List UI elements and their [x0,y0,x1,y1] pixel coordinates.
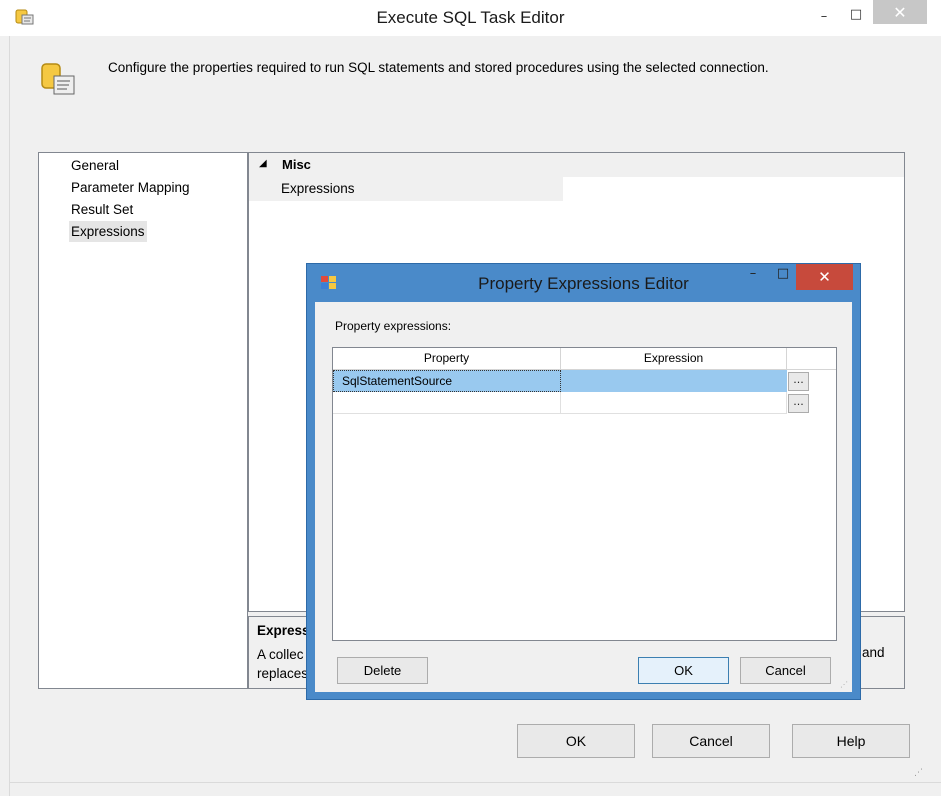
nav-item-parameter-mapping[interactable]: Parameter Mapping [69,177,192,198]
table-row[interactable]: ... [333,392,811,414]
help-button[interactable]: Help [792,724,910,758]
property-expressions-dialog: Property Expressions Editor – □ ✕ Proper… [306,263,861,700]
dialog-close-button[interactable]: ✕ [796,264,853,290]
column-header-expression[interactable]: Expression [561,348,787,369]
cancel-button[interactable]: Cancel [652,724,770,758]
expressions-grid: Property Expression SqlStatementSource .… [332,347,837,641]
page-nav-list: General Parameter Mapping Result Set Exp… [38,152,248,689]
sql-task-large-icon [41,63,75,95]
header-description: Configure the properties required to run… [108,60,769,75]
nav-item-expressions[interactable]: Expressions [69,221,147,242]
expression-builder-button[interactable]: ... [788,394,809,413]
ok-button[interactable]: OK [517,724,635,758]
description-title: Express [257,623,310,638]
dialog-ok-button[interactable]: OK [638,657,729,684]
column-header-property[interactable]: Property [333,348,561,369]
table-row[interactable]: SqlStatementSource ... [333,370,811,392]
nav-item-result-set[interactable]: Result Set [69,199,135,220]
dialog-maximize-button[interactable]: □ [769,266,797,288]
dialog-body: Property expressions: Property Expressio… [315,302,852,692]
property-cell[interactable]: SqlStatementSource [333,370,561,392]
property-cell[interactable] [333,392,561,414]
category-label: Misc [282,157,311,172]
nav-item-general[interactable]: General [69,155,121,176]
dialog-cancel-button[interactable]: Cancel [740,657,831,684]
minimize-button[interactable]: – [809,4,839,28]
expression-cell[interactable] [561,370,787,392]
window-title: Execute SQL Task Editor [376,8,565,27]
dialog-minimize-button[interactable]: – [739,266,767,288]
dialog-title-bar: Property Expressions Editor – □ ✕ [307,264,860,302]
property-row-expressions[interactable]: Expressions [249,177,904,201]
property-cell-text: SqlStatementSource [342,374,453,388]
maximize-button[interactable]: □ [841,2,871,26]
property-category-misc[interactable]: ◢ Misc [249,153,904,177]
window-edge [0,36,10,796]
property-expressions-label: Property expressions: [335,319,452,333]
title-bar: Execute SQL Task Editor – □ ✕ [0,0,941,36]
close-button[interactable]: ✕ [873,0,927,24]
divider [10,782,941,783]
grid-header: Property Expression [333,348,836,370]
delete-button[interactable]: Delete [337,657,428,684]
dialog-resize-grip-icon[interactable]: ⋰ [840,680,848,689]
expression-cell[interactable] [561,392,787,414]
property-value[interactable] [563,177,904,201]
expression-builder-button[interactable]: ... [788,372,809,391]
resize-grip-icon[interactable]: ⋰ [914,768,926,780]
collapse-triangle-icon[interactable]: ◢ [259,158,267,169]
description-tail: and [862,645,885,660]
property-name: Expressions [281,181,355,196]
